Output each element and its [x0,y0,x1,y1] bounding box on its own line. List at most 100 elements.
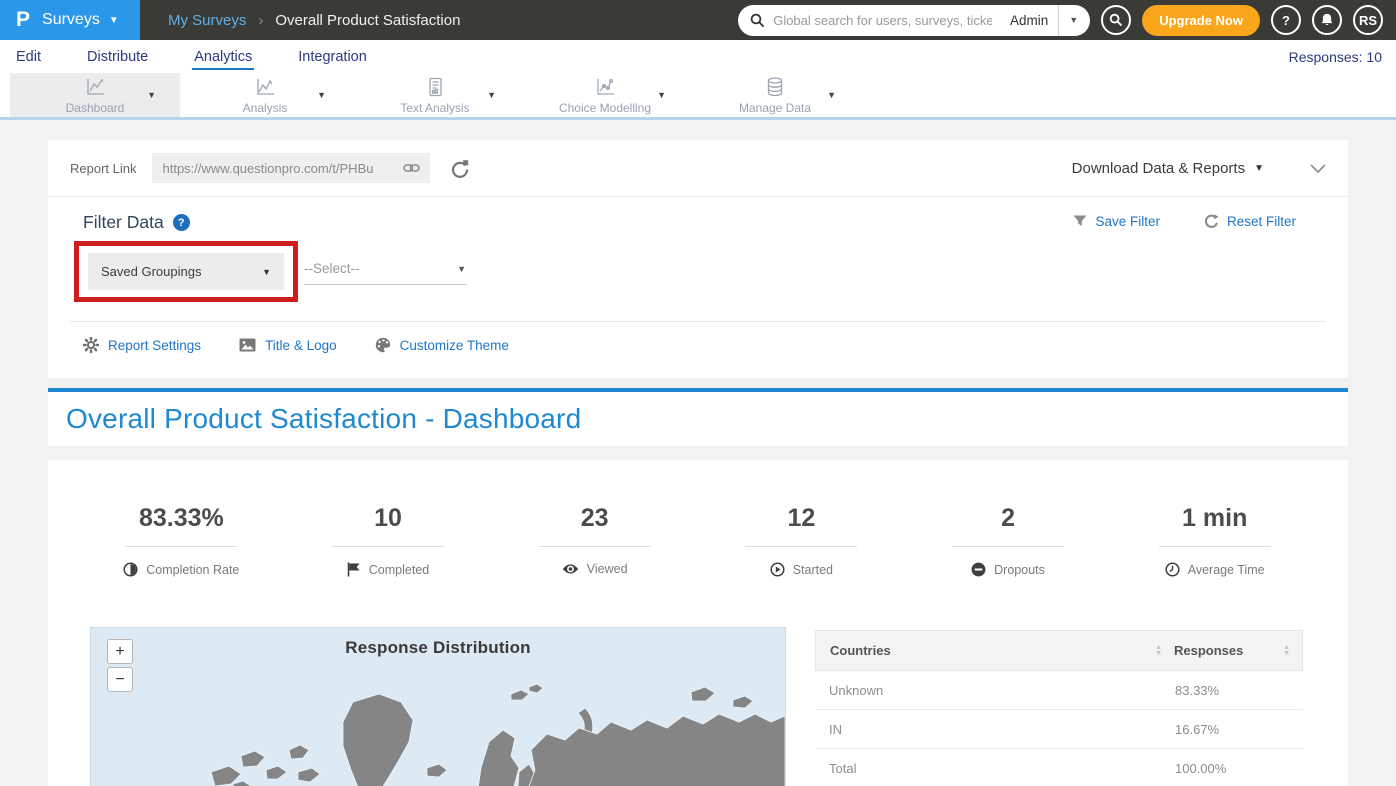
report-actions-row: Report Settings Title & Logo Customize T… [83,337,509,353]
stats-row: 83.33% Completion Rate 10 Completed 23 V… [48,460,1348,582]
chevron-down-icon[interactable]: ▼ [147,90,156,100]
clock-icon [1165,562,1180,577]
search-icon [1109,13,1123,27]
play-circle-icon [770,562,785,577]
tab-dashboard[interactable]: Dashboard ▼ [10,73,180,117]
saved-groupings-dropdown[interactable]: Saved Groupings ▼ [88,253,284,290]
annotation-red-box: Saved Groupings ▼ [74,241,298,302]
page-title: Overall Product Satisfaction - Dashboard [48,403,581,435]
filter-actions: Save Filter Reset Filter [1073,214,1296,229]
filter-data-title: Filter Data [83,212,164,233]
report-link-label: Report Link [70,161,136,176]
countries-table: Countries ▲▼ Responses ▲▼ Unknown 83.33%… [815,630,1303,786]
notifications-button[interactable] [1312,5,1342,35]
topbar-actions: Admin ▼ Upgrade Now ? RS [738,5,1396,36]
sort-icon: ▲▼ [1155,645,1162,657]
reset-icon [1204,214,1219,229]
stat-value: 1 min [1111,504,1318,533]
tab-label: Dashboard [66,101,125,115]
filter-help-icon[interactable]: ? [173,214,190,231]
bell-icon [1320,13,1334,27]
questionpro-logo-icon: P [16,8,30,32]
report-link-url: https://www.questionpro.com/t/PHBu [162,161,403,176]
question-mark-icon: ? [1282,13,1290,28]
top-bar: P Surveys ▼ My Surveys › Overall Product… [0,0,1396,40]
stat-started: 12 Started [698,504,905,582]
stat-value: 12 [698,504,905,533]
stat-value: 23 [491,504,698,533]
chevron-down-icon: ▼ [457,264,466,274]
text-analysis-icon [424,76,446,98]
link-icon[interactable] [403,162,420,174]
collapse-panel-button[interactable] [1310,164,1326,173]
nav-item-integration[interactable]: Integration [296,43,369,70]
search-button[interactable] [1101,5,1131,35]
download-label: Download Data & Reports [1072,160,1245,177]
tab-label: Analysis [243,101,288,115]
responses-count: Responses: 10 [1289,49,1382,65]
responses-column-header[interactable]: Responses ▲▼ [1174,643,1302,658]
chevron-down-icon: ▼ [262,267,271,277]
stat-value: 2 [905,504,1112,533]
stat-label-text: Average Time [1188,563,1265,577]
divider [1159,546,1271,547]
breadcrumb-separator-icon: › [258,12,263,29]
customize-theme-button[interactable]: Customize Theme [375,337,509,353]
reset-filter-button[interactable]: Reset Filter [1204,214,1296,229]
save-filter-label: Save Filter [1095,214,1160,229]
completion-rate-icon [123,562,138,577]
global-search-input[interactable] [765,13,1000,28]
upgrade-now-button[interactable]: Upgrade Now [1142,5,1260,36]
stat-label-text: Completed [369,563,429,577]
filter-select-dropdown[interactable]: --Select-- ▼ [304,253,466,285]
title-logo-button[interactable]: Title & Logo [239,337,337,353]
eye-icon [562,563,579,575]
report-link-row: Report Link https://www.questionpro.com/… [48,140,1348,197]
nav-item-distribute[interactable]: Distribute [85,43,150,70]
chevron-down-icon [1310,164,1326,173]
save-filter-button[interactable]: Save Filter [1073,214,1160,229]
report-settings-button[interactable]: Report Settings [83,337,201,353]
customize-theme-label: Customize Theme [400,338,509,353]
help-button[interactable]: ? [1271,5,1301,35]
dashboard-card: 83.33% Completion Rate 10 Completed 23 V… [48,460,1348,786]
search-scope-selector[interactable]: Admin [1000,13,1058,28]
countries-table-header: Countries ▲▼ Responses ▲▼ [815,630,1303,671]
reset-filter-label: Reset Filter [1227,214,1296,229]
tab-choice-modelling[interactable]: Choice Modelling ▼ [520,73,690,117]
tab-manage-data[interactable]: Manage Data ▼ [690,73,860,117]
stat-label-text: Viewed [587,562,628,576]
analytics-tab-bar: Dashboard ▼ Analysis ▼ Text Analysis ▼ C… [0,73,1396,120]
stat-value: 10 [285,504,492,533]
gear-icon [83,337,99,353]
responses-cell: 16.67% [1175,722,1303,737]
nav-item-edit[interactable]: Edit [14,43,43,70]
response-distribution-map: Response Distribution + − [90,627,786,786]
map-zoom-in-button[interactable]: + [107,639,133,664]
chevron-down-icon: ▼ [1254,163,1264,174]
search-scope-caret-icon[interactable]: ▼ [1059,15,1090,25]
tab-analysis[interactable]: Analysis ▼ [180,73,350,117]
share-report-button[interactable] [450,159,469,178]
download-data-reports-dropdown[interactable]: Download Data & Reports ▼ [1072,160,1264,177]
manage-data-icon [764,76,786,98]
tab-label: Choice Modelling [559,101,651,115]
nav-item-analytics[interactable]: Analytics [192,43,254,70]
stat-label-text: Dropouts [994,563,1045,577]
chevron-down-icon[interactable]: ▼ [657,90,666,100]
report-filter-card: Report Link https://www.questionpro.com/… [48,140,1348,378]
responses-cell: 100.00% [1175,761,1303,776]
breadcrumb-my-surveys[interactable]: My Surveys [168,12,246,29]
analysis-chart-icon [254,76,276,98]
product-menu[interactable]: P Surveys ▼ [0,0,140,40]
tab-text-analysis[interactable]: Text Analysis ▼ [350,73,520,117]
chevron-down-icon[interactable]: ▼ [317,90,326,100]
countries-column-header[interactable]: Countries ▲▼ [816,643,1174,658]
breadcrumb: My Surveys › Overall Product Satisfactio… [168,12,460,29]
report-link-field[interactable]: https://www.questionpro.com/t/PHBu [152,153,430,183]
table-row: Unknown 83.33% [815,671,1303,710]
user-avatar[interactable]: RS [1353,5,1383,35]
chevron-down-icon: ▼ [109,15,119,26]
chevron-down-icon[interactable]: ▼ [827,90,836,100]
chevron-down-icon[interactable]: ▼ [487,90,496,100]
